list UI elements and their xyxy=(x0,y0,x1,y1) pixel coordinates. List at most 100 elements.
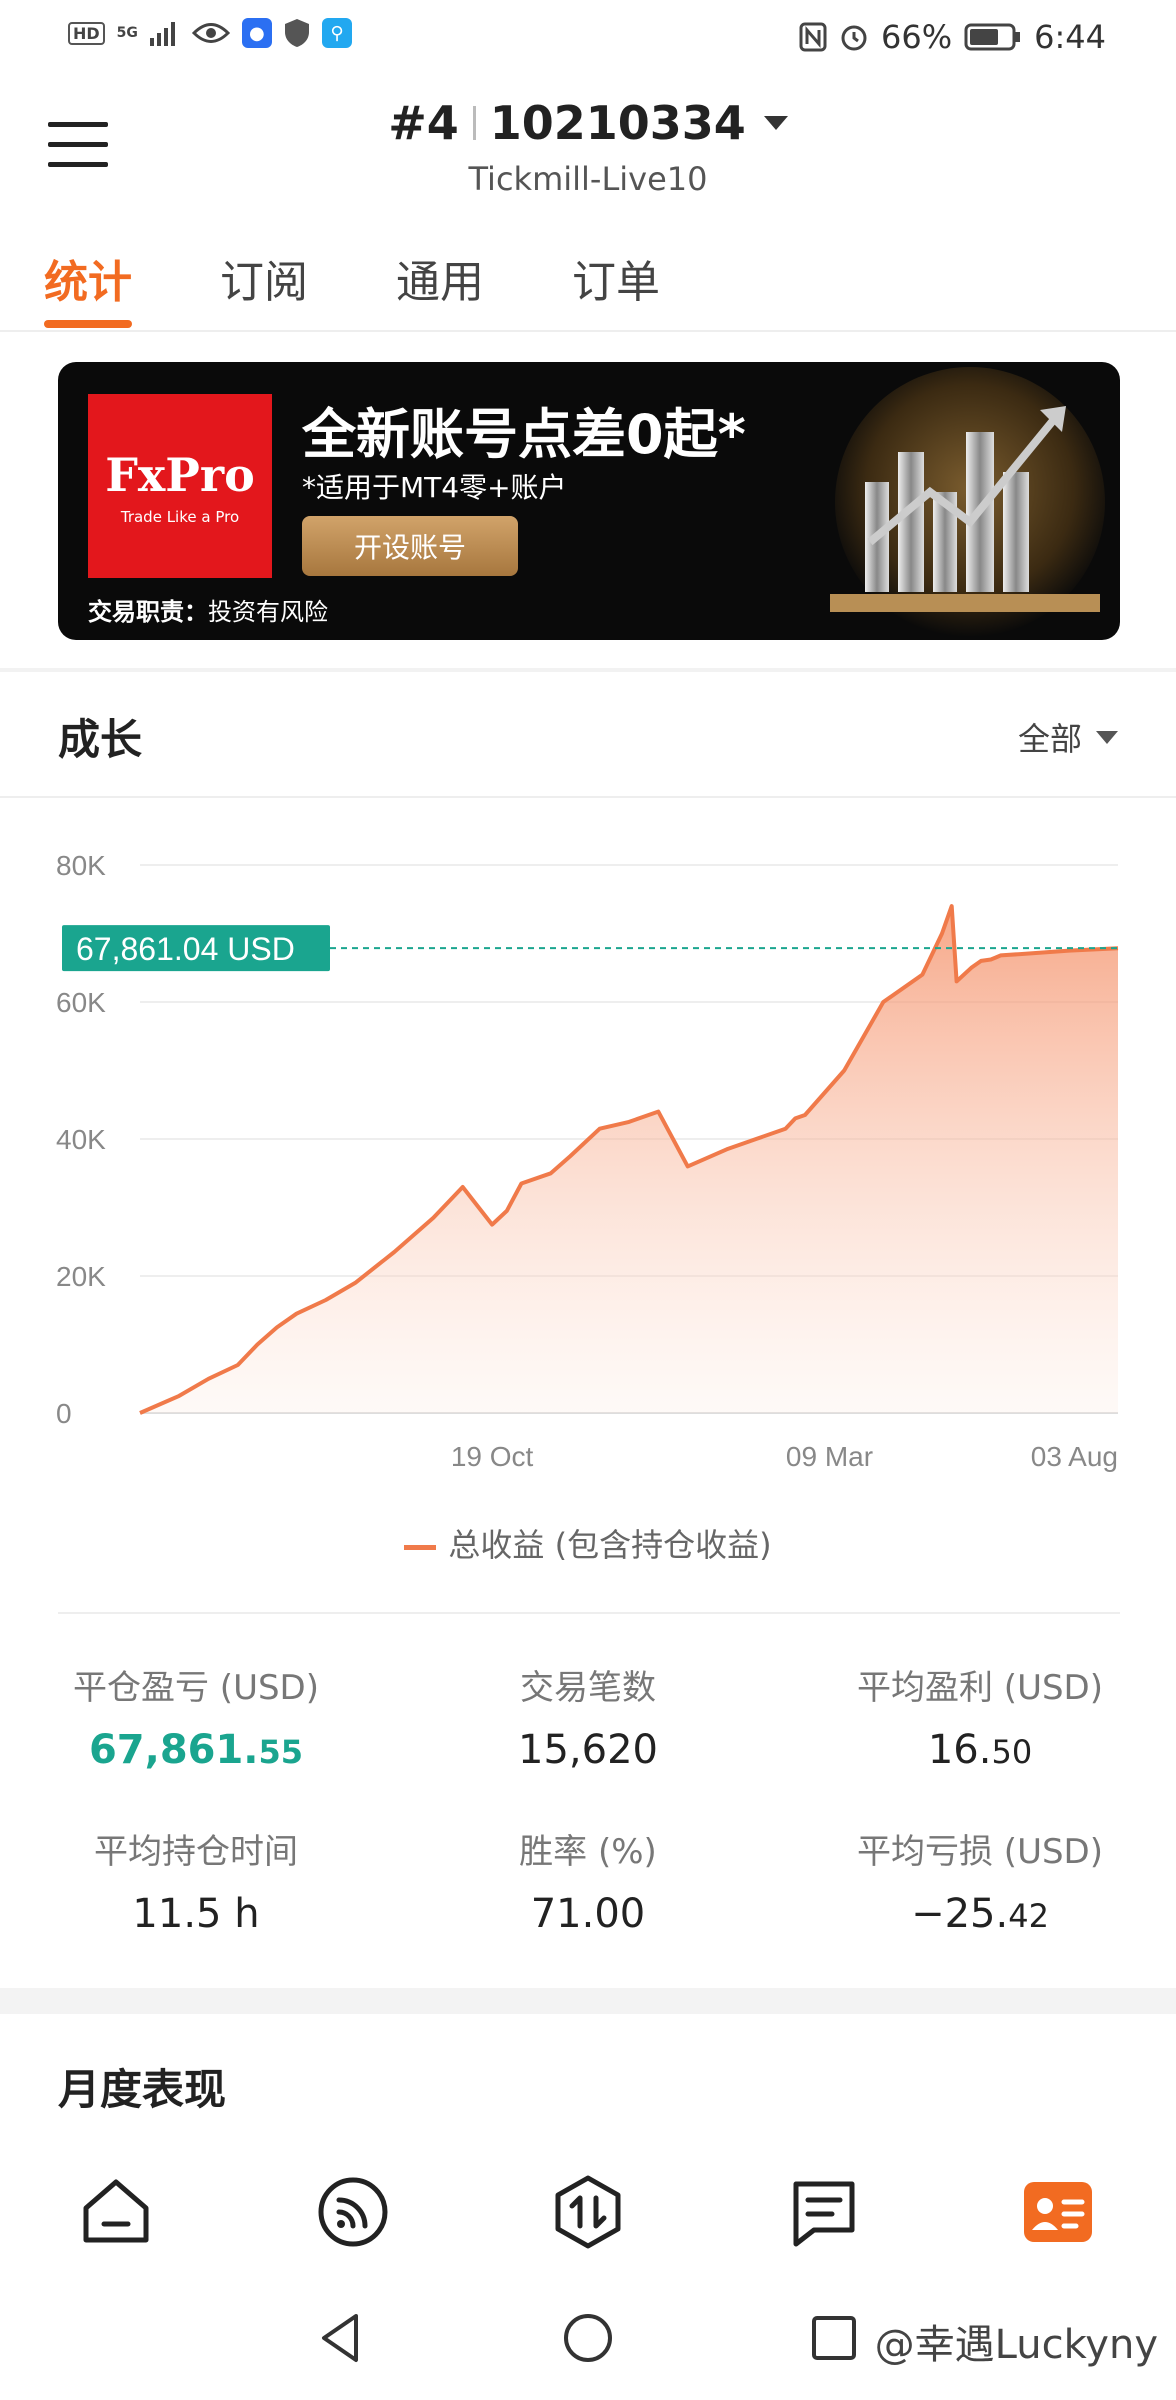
caret-down-icon xyxy=(1096,730,1118,744)
stat-label: 平均持仓时间 xyxy=(94,1832,298,1872)
caret-down-icon xyxy=(763,116,788,130)
nfc-icon xyxy=(799,22,827,52)
home-icon xyxy=(83,2179,149,2243)
growth-bars-illustration xyxy=(830,367,1105,637)
battery-icon xyxy=(964,23,1021,51)
account-number: 10210334 xyxy=(489,96,746,150)
tab-bar: 统计 订阅 通用 订单 xyxy=(0,236,1176,332)
x-axis-ticks: 19 Oct 09 Mar 03 Aug xyxy=(451,1441,1118,1472)
news-icon xyxy=(793,2181,855,2247)
account-separator xyxy=(472,106,476,140)
stat-value-int: 71.00 xyxy=(530,1891,646,1937)
eye-icon xyxy=(191,23,230,43)
growth-chart[interactable]: 0 20K 40K 60K 80K 19 Oct 09 Mar 03 Aug 67,861.… xyxy=(0,830,1176,1490)
signal-strength-icon xyxy=(149,22,175,46)
stat-label: 胜率 (%) xyxy=(519,1832,657,1872)
stat-value-int: −25. xyxy=(911,1891,1009,1937)
stat-value: 15,620 xyxy=(392,1727,784,1773)
nav-news[interactable] xyxy=(784,2172,864,2252)
hd-indicator: HD xyxy=(68,21,105,45)
x-tick-label: 03 Aug xyxy=(1031,1441,1118,1472)
stat-value-int: 16. xyxy=(927,1727,992,1773)
monthly-performance-title: 月度表现 xyxy=(58,2065,227,2114)
signal-icon xyxy=(318,2177,388,2247)
nav-home[interactable] xyxy=(76,2172,156,2252)
stat-trade-count: 交易笔数 15,620 xyxy=(392,1660,784,1773)
status-left: HD 5G ● ⚲ xyxy=(68,18,352,48)
tab-general[interactable]: 通用 xyxy=(396,246,484,310)
banner-subtitle: *适用于MT4零+账户 xyxy=(302,471,567,504)
clock: 6:44 xyxy=(1034,18,1106,56)
stat-value: 67,861.55 xyxy=(0,1727,392,1773)
x-tick-label: 19 Oct xyxy=(451,1441,534,1472)
account-switcher[interactable]: #4 10210334 Tickmill-Live10 xyxy=(0,96,1176,198)
stats-divider xyxy=(58,1612,1120,1614)
watermark: @幸遇Luckyny xyxy=(874,2322,1158,2368)
bottom-nav xyxy=(0,2136,1176,2278)
risk-text: 投资有风险 xyxy=(208,598,328,626)
section-gap xyxy=(0,1988,1176,2014)
trade-icon xyxy=(555,2175,621,2249)
back-icon[interactable] xyxy=(312,2308,372,2368)
search-app-icon: ⚲ xyxy=(321,18,352,48)
fxpro-logo: FxPro Trade Like a Pro xyxy=(88,394,272,578)
stat-value: −25.42 xyxy=(784,1891,1176,1937)
logo-tagline: Trade Like a Pro xyxy=(120,508,240,526)
alarm-icon xyxy=(841,25,867,51)
tab-subscriptions[interactable]: 订阅 xyxy=(220,246,308,310)
stat-avg-loss: 平均亏损 (USD) −25.42 xyxy=(784,1824,1176,1937)
growth-area xyxy=(140,906,1118,1413)
stat-closed-pnl: 平仓盈亏 (USD) 67,861.55 xyxy=(0,1660,392,1773)
profile-icon xyxy=(1024,2182,1092,2242)
stat-label: 平均亏损 (USD) xyxy=(857,1832,1103,1872)
range-value: 全部 xyxy=(1017,720,1082,758)
nav-profile[interactable] xyxy=(1018,2172,1098,2252)
nav-trade[interactable] xyxy=(548,2172,628,2252)
stat-label: 平均盈利 (USD) xyxy=(857,1668,1103,1708)
status-bar: HD 5G ● ⚲ 66% 6:44 xyxy=(0,0,1176,72)
recents-icon[interactable] xyxy=(804,2308,864,2368)
status-right: 66% 6:44 xyxy=(799,18,1106,56)
stat-label: 交易笔数 xyxy=(520,1668,656,1708)
bulb-app-icon: ● xyxy=(241,18,272,48)
stat-value-int: 11.5 h xyxy=(132,1891,260,1937)
logo-text: FxPro xyxy=(105,448,255,502)
stat-value: 16.50 xyxy=(784,1727,1176,1773)
section-divider xyxy=(0,668,1176,672)
promo-banner[interactable]: FxPro Trade Like a Pro 全新账号点差0起* *适用于MT4… xyxy=(58,362,1120,640)
y-tick-label: 0 xyxy=(56,1398,72,1429)
growth-title: 成长 xyxy=(58,715,143,764)
banner-title: 全新账号点差0起* xyxy=(302,403,746,466)
chart-legend[interactable]: 总收益 (包含持仓收益) xyxy=(0,1520,1176,1566)
stat-value: 11.5 h xyxy=(0,1891,392,1937)
x-tick-label: 09 Mar xyxy=(786,1441,873,1472)
home-button-icon[interactable] xyxy=(558,2308,618,2368)
active-tab-indicator xyxy=(44,320,132,328)
network-indicator: 5G xyxy=(116,25,138,41)
account-title[interactable]: #4 10210334 xyxy=(388,96,788,150)
shield-icon xyxy=(284,19,309,47)
current-value-tag-text: 67,861.04 USD xyxy=(76,931,295,967)
stat-value-int: 15,620 xyxy=(518,1727,658,1773)
stat-value-dec: 50 xyxy=(991,1733,1033,1771)
y-tick-label: 80K xyxy=(56,850,106,881)
app-header: #4 10210334 Tickmill-Live10 xyxy=(0,72,1176,212)
open-account-button[interactable]: 开设账号 xyxy=(302,516,518,576)
growth-divider xyxy=(0,796,1176,798)
y-tick-label: 40K xyxy=(56,1124,106,1155)
legend-swatch xyxy=(404,1544,437,1550)
y-tick-label: 60K xyxy=(56,987,106,1018)
stat-avg-hold-time: 平均持仓时间 11.5 h xyxy=(0,1824,392,1937)
legend-label: 总收益 (包含持仓收益) xyxy=(448,1526,772,1564)
range-dropdown[interactable]: 全部 xyxy=(1018,714,1118,760)
tab-statistics[interactable]: 统计 xyxy=(44,246,132,310)
stat-value-dec: 42 xyxy=(1008,1897,1049,1935)
stat-value-int: 67,861. xyxy=(88,1727,259,1773)
tab-orders[interactable]: 订单 xyxy=(572,246,660,310)
account-index: #4 xyxy=(388,96,459,150)
nav-signals[interactable] xyxy=(313,2172,393,2252)
account-server: Tickmill-Live10 xyxy=(468,160,708,198)
stat-avg-profit: 平均盈利 (USD) 16.50 xyxy=(784,1660,1176,1773)
risk-label: 交易职责： xyxy=(88,598,208,626)
stat-value: 71.00 xyxy=(392,1891,784,1937)
